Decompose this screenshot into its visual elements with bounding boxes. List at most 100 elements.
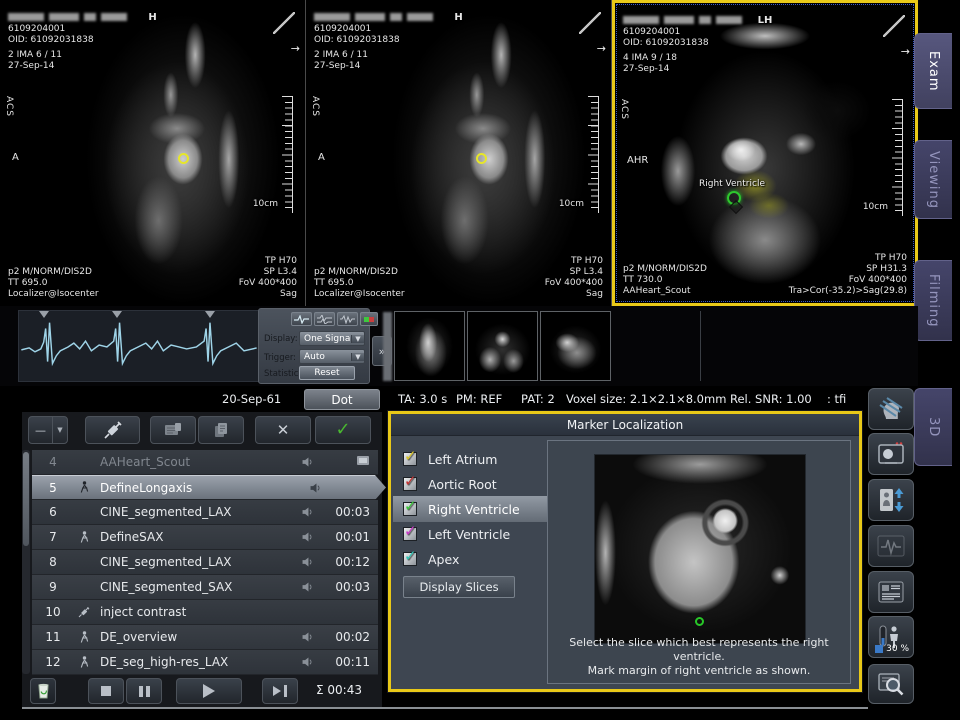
- queue-row-definelongaxis-selected[interactable]: 5 DefineLongaxis: [32, 475, 386, 500]
- display-dropdown[interactable]: One Signal ▼: [299, 331, 365, 346]
- pan-arrow-icon[interactable]: →: [291, 42, 300, 55]
- footer-line: SP L3.4: [239, 267, 297, 278]
- checkbox[interactable]: ✓: [403, 552, 417, 566]
- skip-to-end-button[interactable]: [262, 678, 298, 704]
- image-display-button[interactable]: [868, 433, 914, 475]
- ima-counter: 2 IMA 6 / 11: [8, 50, 94, 61]
- signal-status-button[interactable]: [360, 312, 378, 326]
- browse-search-button[interactable]: [868, 664, 914, 704]
- corner-fold-icon[interactable]: [273, 12, 295, 34]
- inject-contrast-button[interactable]: [85, 416, 140, 444]
- tab-exam[interactable]: Exam: [914, 33, 952, 109]
- speaker-icon: [290, 582, 326, 592]
- trigger-marker-icon: [39, 311, 49, 323]
- multi-waveform-icon: [340, 315, 355, 324]
- discard-button[interactable]: [30, 678, 56, 704]
- signal-mode-1-button[interactable]: [291, 312, 312, 326]
- checkbox[interactable]: ✓: [403, 502, 417, 516]
- copy-parameters-button[interactable]: [198, 416, 244, 444]
- thumbnail-coronal[interactable]: [467, 311, 538, 381]
- queue-row-de-seg-highres[interactable]: 12 DE_seg_high-res_LAX 00:11: [32, 650, 378, 675]
- marker-item-left-atrium[interactable]: ✓ Left Atrium: [403, 448, 497, 470]
- mri-viewport-1[interactable]: 6109204001 OID: 61092031838 2 IMA 6 / 11…: [0, 0, 306, 306]
- queue-row-de-overview[interactable]: 11 DE_overview 00:02: [32, 625, 378, 650]
- dialog-instructions: Select the slice which best represents t…: [548, 636, 850, 678]
- orientation-label: H: [454, 12, 462, 23]
- reset-button[interactable]: Reset: [299, 366, 355, 380]
- speaker-icon: [298, 483, 334, 493]
- copy-reference-button[interactable]: [150, 416, 196, 444]
- slice-marker-ring[interactable]: [476, 153, 487, 164]
- marker-item-right-ventricle-selected[interactable]: ✓ Right Ventricle: [403, 498, 520, 520]
- trigger-dropdown[interactable]: Auto ▼: [299, 349, 365, 364]
- cancel-button[interactable]: ✕: [255, 416, 311, 444]
- marker-item-aortic-root[interactable]: ✓ Aortic Root: [403, 473, 497, 495]
- queue-row-name: inject contrast: [94, 605, 290, 619]
- tab-3d[interactable]: 3D: [914, 388, 952, 466]
- footer-line: SP L3.4: [545, 267, 603, 278]
- physio-control-panel: Display: One Signal ▼ Trigger: Auto ▼ St…: [258, 308, 370, 384]
- dot-button[interactable]: Dot: [304, 389, 380, 410]
- queue-scrollbar[interactable]: [22, 450, 30, 674]
- thumbnail-partial[interactable]: [383, 312, 392, 381]
- thumbnail-axial[interactable]: [540, 311, 611, 381]
- head-coil-position-button[interactable]: [868, 388, 914, 430]
- pan-arrow-icon[interactable]: →: [597, 42, 606, 55]
- marker-item-label: Right Ventricle: [428, 502, 520, 517]
- footer-line: Sag: [545, 289, 603, 300]
- queue-scrollbar-thumb[interactable]: [23, 452, 29, 546]
- queue-row-cine-lax[interactable]: 6 CINE_segmented_LAX 00:03: [32, 500, 378, 525]
- patient-registration-button[interactable]: [868, 479, 914, 521]
- tab-viewing[interactable]: Viewing: [914, 140, 952, 219]
- status-pm: PM: REF: [456, 392, 502, 406]
- corner-fold-icon[interactable]: [883, 15, 905, 37]
- confirm-button[interactable]: ✓: [315, 416, 371, 444]
- check-icon: ✓: [404, 497, 417, 515]
- checkbox[interactable]: ✓: [403, 452, 417, 466]
- queue-row-cine-lax-2[interactable]: 8 CINE_segmented_LAX 00:12: [32, 550, 378, 575]
- physio-signal-button[interactable]: [868, 525, 914, 567]
- search-document-icon: [877, 671, 905, 697]
- slice-marker-ring[interactable]: [178, 153, 189, 164]
- queue-options-split-button[interactable]: — ▼: [28, 416, 68, 444]
- mri-viewport-2[interactable]: 6109204001 OID: 61092031838 2 IMA 6 / 11…: [306, 0, 612, 306]
- queue-row-cine-sax[interactable]: 9 CINE_segmented_SAX 00:03: [32, 575, 378, 600]
- display-slices-button[interactable]: Display Slices: [403, 576, 515, 598]
- acquisition-panel: — ▼ ✕ ✓: [22, 412, 382, 708]
- marker-item-apex[interactable]: ✓ Apex: [403, 548, 459, 570]
- pan-arrow-icon[interactable]: →: [901, 45, 910, 58]
- scale-ruler: [282, 96, 293, 213]
- footer-line: Sag: [239, 289, 297, 300]
- play-button[interactable]: [176, 678, 242, 704]
- protocol-info-button[interactable]: [868, 571, 914, 613]
- instruction-line-1: Select the slice which best represents t…: [548, 636, 850, 664]
- pause-button[interactable]: [126, 678, 162, 704]
- scale-label: 10cm: [253, 199, 278, 210]
- queue-row-aaheart-scout[interactable]: 4 AAHeart_Scout: [32, 450, 378, 475]
- signal-mode-2-button[interactable]: [314, 312, 335, 326]
- marker-item-left-ventricle[interactable]: ✓ Left Ventricle: [403, 523, 510, 545]
- trigger-marker-icon: [112, 311, 122, 323]
- checkbox[interactable]: ✓: [403, 477, 417, 491]
- skip-bar-icon: [284, 685, 287, 697]
- stop-button[interactable]: [88, 678, 124, 704]
- corner-fold-icon[interactable]: [579, 12, 601, 34]
- minimize-icon[interactable]: —: [29, 417, 53, 443]
- ecg-trace: [19, 311, 259, 381]
- status-sequence-type: : tfi: [827, 392, 846, 406]
- right-ventricle-marker[interactable]: [727, 191, 741, 205]
- tab-filming[interactable]: Filming: [914, 260, 952, 341]
- thumbnail-sagittal[interactable]: [394, 311, 465, 381]
- right-ventricle-marker-label: Right Ventricle: [699, 179, 765, 190]
- queue-row-definesax[interactable]: 7 DefineSAX 00:01: [32, 525, 378, 550]
- checkbox[interactable]: ✓: [403, 527, 417, 541]
- footer-line: TP H70: [789, 253, 907, 264]
- mri-viewport-3-active[interactable]: 6109204001 OID: 61092031838 4 IMA 9 / 18…: [612, 0, 918, 306]
- queue-row-name: CINE_segmented_LAX: [94, 505, 290, 519]
- signal-mode-3-button[interactable]: [337, 312, 358, 326]
- image-footer-right: TP H70 SP H31.3 FoV 400*400 Tra>Cor(-35.…: [789, 253, 907, 297]
- queue-row-inject-contrast[interactable]: 10 inject contrast: [32, 600, 378, 625]
- sar-level-button[interactable]: 30 %: [868, 616, 914, 658]
- chevron-down-icon[interactable]: ▼: [53, 417, 67, 443]
- scan-date: 27-Sep-14: [314, 61, 400, 72]
